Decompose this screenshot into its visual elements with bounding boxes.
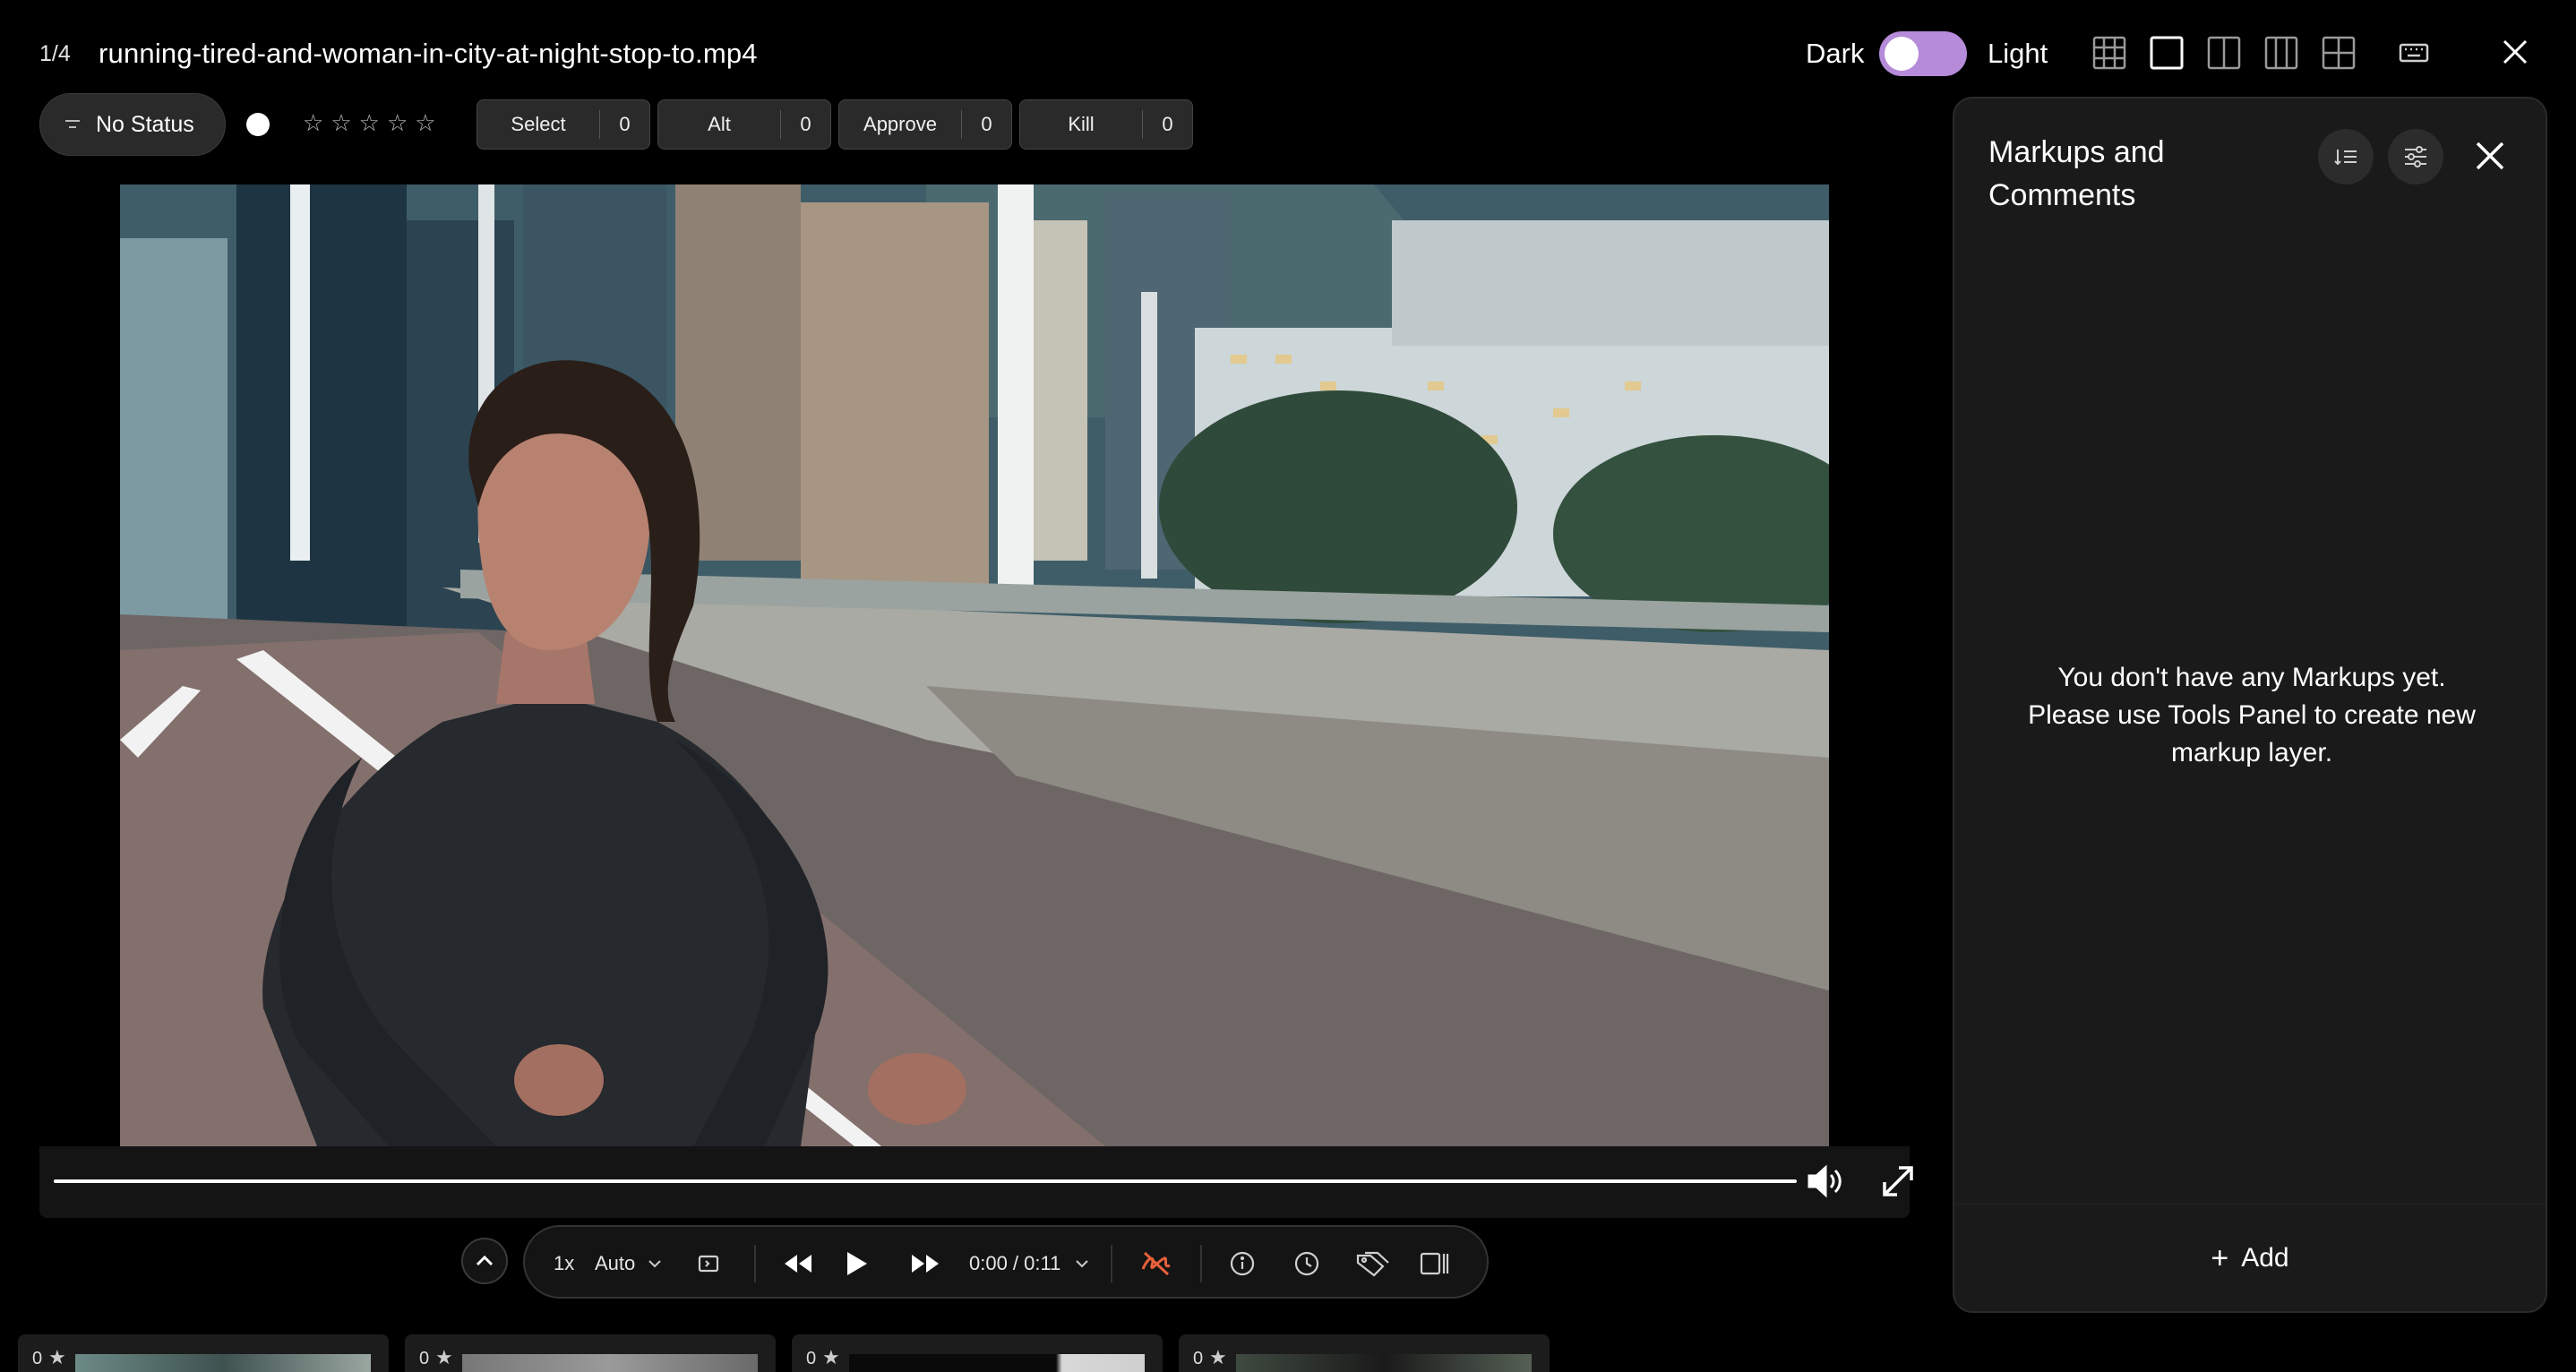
sort-icon[interactable]	[2318, 129, 2374, 184]
timecode-select[interactable]: 0:00 / 0:11	[969, 1227, 1089, 1300]
thumb-image	[849, 1354, 1145, 1372]
vote-select-button[interactable]: Select 0	[477, 99, 650, 150]
add-label: Add	[2241, 1242, 2289, 1273]
panel-title: Markups and Comments	[1988, 135, 2165, 212]
filmstrip-thumbnail[interactable]: 0 ★	[792, 1334, 1163, 1372]
thumb-image	[1236, 1354, 1532, 1372]
close-viewer-icon[interactable]	[2499, 36, 2531, 68]
media-viewer: 1/4 running-tired-and-woman-in-city-at-n…	[0, 0, 2576, 1372]
timecode: 0:00 / 0:11	[969, 1252, 1061, 1274]
star-icon[interactable]: ☆	[303, 109, 323, 136]
thumb-rating-count: 0	[806, 1349, 817, 1368]
color-label-dot[interactable]	[246, 113, 270, 136]
vote-count: 0	[780, 110, 830, 139]
single-view-icon[interactable]	[2150, 36, 2184, 70]
quality-select[interactable]: Auto	[595, 1227, 662, 1300]
playback-toolbar: 1x Auto 0:00 / 0:11	[523, 1225, 1489, 1299]
playback-speed[interactable]: 1x	[554, 1227, 574, 1300]
star-icon: ★	[435, 1346, 453, 1368]
vote-label: Alt	[708, 113, 731, 135]
star-icon[interactable]: ☆	[387, 109, 408, 136]
plus-icon: +	[2211, 1240, 2229, 1275]
status-label: No Status	[96, 111, 194, 137]
compare-two-view-icon[interactable]	[2207, 36, 2241, 70]
compare-four-view-icon[interactable]	[2322, 36, 2356, 70]
theme-toggle-knob	[1885, 37, 1919, 71]
history-icon[interactable]	[1293, 1227, 1320, 1300]
star-icon[interactable]: ☆	[359, 109, 380, 136]
markups-comments-panel: Markups and Comments You don't have any …	[1953, 97, 2547, 1313]
vote-approve-button[interactable]: Approve 0	[838, 99, 1012, 150]
status-dropdown[interactable]: No Status	[39, 93, 226, 156]
divider	[1200, 1245, 1202, 1282]
empty-markups-message: You don't have any Markups yet. Please u…	[2028, 663, 2476, 767]
vote-label: Approve	[863, 113, 937, 135]
thumb-rating-count: 0	[32, 1349, 43, 1368]
quality-label: Auto	[595, 1252, 636, 1274]
filter-icon	[65, 120, 80, 128]
file-name: running-tired-and-woman-in-city-at-night…	[99, 38, 758, 69]
rewind-icon[interactable]	[783, 1227, 813, 1300]
vote-count: 0	[599, 110, 649, 139]
play-icon[interactable]	[846, 1227, 869, 1300]
keyboard-shortcuts-icon[interactable]	[2397, 36, 2431, 70]
vote-count: 0	[1142, 110, 1192, 139]
star-icon[interactable]: ☆	[415, 109, 435, 136]
loop-icon[interactable]	[697, 1227, 720, 1300]
filter-settings-icon[interactable]	[2388, 129, 2443, 184]
filmstrip-thumbnail[interactable]: 0 ★	[18, 1334, 389, 1372]
vote-label: Kill	[1068, 113, 1095, 135]
close-panel-icon[interactable]	[2472, 138, 2508, 174]
video-still-image	[120, 184, 1829, 1146]
vote-count: 0	[961, 110, 1011, 139]
divider	[754, 1245, 756, 1282]
seek-bar[interactable]	[54, 1179, 1797, 1183]
fullscreen-icon[interactable]	[1879, 1162, 1917, 1200]
divider	[1111, 1245, 1112, 1282]
vote-alt-button[interactable]: Alt 0	[657, 99, 831, 150]
markup-scribble-icon[interactable]	[1139, 1227, 1173, 1300]
star-icon[interactable]: ☆	[331, 109, 351, 136]
filmstrip-thumbnail[interactable]: 0 ★	[405, 1334, 776, 1372]
seek-bar-container	[39, 1146, 1913, 1218]
star-icon: ★	[48, 1346, 66, 1368]
thumb-image	[462, 1354, 758, 1372]
compare-three-view-icon[interactable]	[2264, 36, 2298, 70]
chevron-up-icon[interactable]	[461, 1238, 508, 1284]
volume-icon[interactable]	[1806, 1162, 1847, 1200]
fast-forward-icon[interactable]	[910, 1227, 940, 1300]
theme-light-label: Light	[1988, 38, 2048, 69]
grid-view-icon[interactable]	[2092, 36, 2126, 70]
chevron-down-icon	[1076, 1260, 1089, 1268]
star-icon: ★	[1209, 1346, 1227, 1368]
thumb-rating-count: 0	[419, 1349, 430, 1368]
star-icon: ★	[822, 1346, 840, 1368]
vote-label: Select	[511, 113, 566, 135]
add-markup-button[interactable]: + Add	[1954, 1204, 2546, 1311]
filmstrip-thumbnail[interactable]: 0 ★	[1179, 1334, 1550, 1372]
compare-panel-icon[interactable]	[1419, 1227, 1449, 1300]
chevron-down-icon	[648, 1260, 661, 1268]
video-frame[interactable]	[120, 184, 1829, 1146]
star-rating[interactable]: ☆ ☆ ☆ ☆ ☆	[303, 109, 436, 136]
thumb-rating-count: 0	[1193, 1349, 1204, 1368]
item-counter: 1/4	[39, 41, 71, 66]
theme-toggle[interactable]	[1879, 31, 1967, 76]
vote-kill-button[interactable]: Kill 0	[1019, 99, 1193, 150]
thumb-image	[75, 1354, 371, 1372]
theme-dark-label: Dark	[1806, 38, 1865, 69]
tags-icon[interactable]	[1354, 1227, 1390, 1300]
info-icon[interactable]	[1229, 1227, 1256, 1300]
